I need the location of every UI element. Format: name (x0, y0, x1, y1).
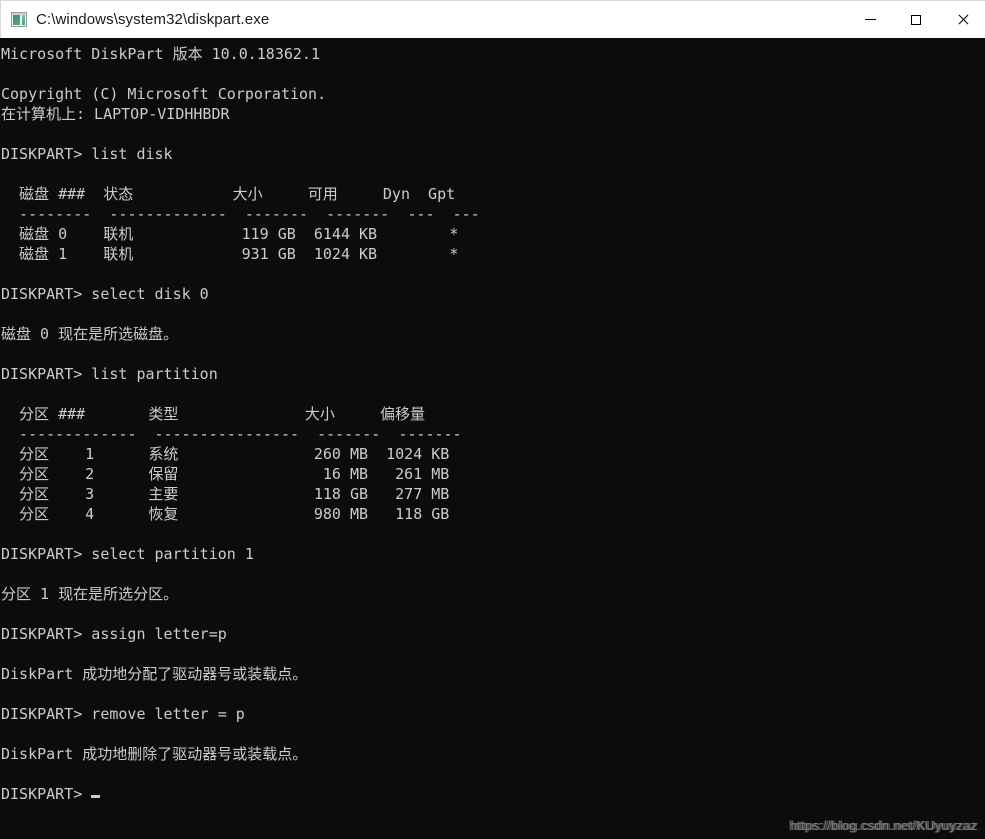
console-line: DISKPART> assign letter=p (1, 625, 227, 643)
console-line: 磁盘 ### 状态 大小 可用 Dyn Gpt (1, 185, 456, 203)
text-cursor (91, 795, 101, 798)
console-line: Copyright (C) Microsoft Corporation. (1, 85, 327, 103)
console-output-area[interactable]: Microsoft DiskPart 版本 10.0.18362.1 Copyr… (0, 38, 985, 839)
console-line: DISKPART> list disk (1, 145, 173, 163)
console-line: DiskPart 成功地删除了驱动器号或装载点。 (1, 745, 308, 763)
watermark-text: https://blog.csdn.net/KUyuyzaz (789, 818, 977, 833)
window-controls (847, 1, 985, 38)
window-title: C:\windows\system32\diskpart.exe (36, 11, 270, 28)
console-line: -------- ------------- ------- ------- -… (1, 205, 480, 223)
console-line: 在计算机上: LAPTOP-VIDHHBDR (1, 105, 230, 123)
console-line: DiskPart 成功地分配了驱动器号或装载点。 (1, 665, 308, 683)
console-window-icon (11, 12, 27, 27)
console-line: DISKPART> select disk 0 (1, 285, 209, 303)
maximize-button[interactable] (893, 1, 939, 39)
console-line: 分区 1 现在是所选分区。 (1, 585, 179, 603)
console-line: ------------- ---------------- ------- -… (1, 425, 462, 443)
console-line: 分区 ### 类型 大小 偏移量 (1, 405, 425, 423)
console-line: 分区 2 保留 16 MB 261 MB (1, 465, 450, 483)
maximize-icon (911, 14, 921, 25)
console-line: 磁盘 0 联机 119 GB 6144 KB * (1, 225, 459, 243)
console-line: 磁盘 1 联机 931 GB 1024 KB * (1, 245, 459, 263)
console-prompt-line: DISKPART> (0, 784, 985, 804)
close-button[interactable] (939, 1, 985, 39)
close-icon (957, 14, 968, 25)
console-line: DISKPART> list partition (1, 365, 218, 383)
title-bar[interactable]: C:\windows\system32\diskpart.exe (0, 0, 985, 38)
console-line: DISKPART> remove letter = p (1, 705, 245, 723)
console-line: DISKPART> select partition 1 (1, 545, 254, 563)
minimize-icon (864, 19, 876, 20)
console-line: 磁盘 0 现在是所选磁盘。 (1, 325, 179, 343)
console-line: 分区 3 主要 118 GB 277 MB (1, 485, 450, 503)
console-line: 分区 4 恢复 980 MB 118 GB (1, 505, 450, 523)
diskpart-console-window: C:\windows\system32\diskpart.exe Microso… (0, 0, 985, 839)
minimize-button[interactable] (847, 1, 893, 39)
console-line: Microsoft DiskPart 版本 10.0.18362.1 (1, 45, 320, 63)
console-line: 分区 1 系统 260 MB 1024 KB (1, 445, 450, 463)
